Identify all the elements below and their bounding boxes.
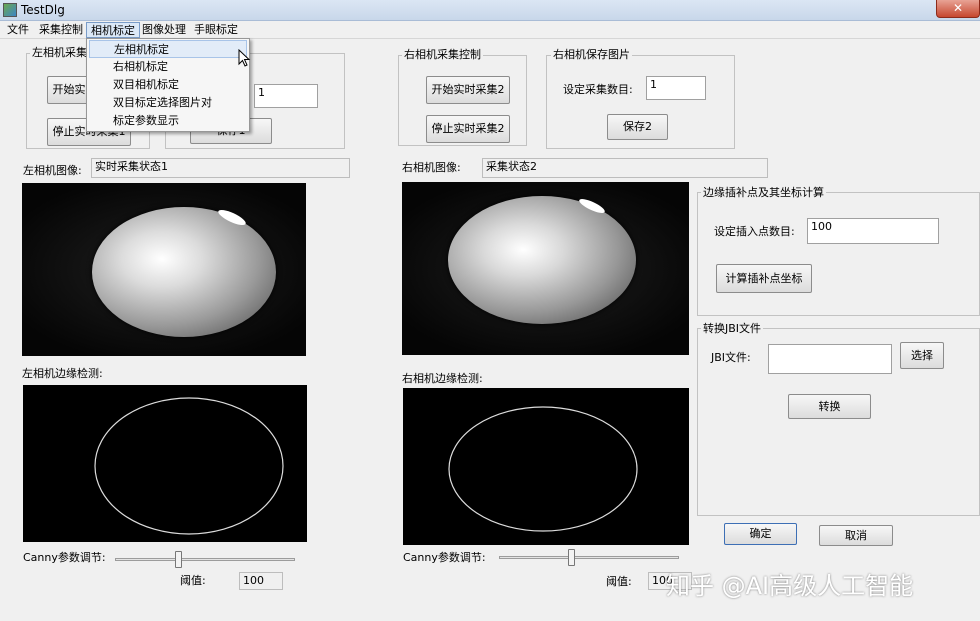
left-status: 实时采集状态1 [91, 158, 350, 178]
right-edge-image [403, 388, 689, 545]
right-capture-group-label: 右相机采集控制 [402, 48, 483, 61]
right-count-label: 设定采集数目: [563, 83, 633, 96]
left-save-count-input[interactable]: 1 [254, 84, 318, 108]
left-threshold-value: 100 [239, 572, 283, 590]
ok-button[interactable]: 确定 [724, 523, 797, 545]
camera-calibration-dropdown: 左相机标定 右相机标定 双目相机标定 双目标定选择图片对 标定参数显示 [86, 38, 251, 132]
left-canny-slider[interactable] [115, 558, 295, 561]
dropdown-stereo-calibration[interactable]: 双目相机标定 [89, 76, 247, 94]
right-canny-label: Canny参数调节: [403, 551, 486, 564]
left-edge-image [23, 385, 307, 542]
cancel-button[interactable]: 取消 [819, 525, 893, 546]
left-edge-label: 左相机边缘检测: [22, 367, 103, 380]
dropdown-left-camera-calibration[interactable]: 左相机标定 [89, 40, 247, 58]
left-plate [92, 207, 276, 337]
title-bar [0, 0, 980, 21]
left-camera-image [22, 183, 306, 356]
app-icon [3, 3, 17, 17]
menu-file[interactable]: 文件 [3, 22, 33, 38]
calc-interp-button[interactable]: 计算插补点坐标 [716, 264, 812, 293]
interp-count-input[interactable]: 100 [807, 218, 939, 244]
right-threshold-label: 阈值: [606, 575, 632, 588]
dropdown-stereo-image-pairs[interactable]: 双目标定选择图片对 [89, 94, 247, 112]
interp-group-label: 边缘插补点及其坐标计算 [701, 186, 826, 199]
left-image-label: 左相机图像: [23, 164, 82, 177]
right-count-input[interactable]: 1 [646, 76, 706, 100]
close-icon[interactable]: ✕ [936, 0, 980, 18]
watermark-text: 知乎 @AI高级人工智能 [666, 572, 914, 600]
right-camera-image [402, 182, 689, 355]
jbi-convert-button[interactable]: 转换 [788, 394, 871, 419]
right-image-label: 右相机图像: [402, 161, 461, 174]
jbi-group-label: 转换JBI文件 [701, 322, 764, 335]
jbi-select-button[interactable]: 选择 [900, 342, 944, 369]
menu-image-processing[interactable]: 图像处理 [138, 22, 190, 38]
window-title: TestDlg [21, 3, 65, 17]
right-edge-label: 右相机边缘检测: [402, 372, 483, 385]
right-plate [448, 196, 636, 324]
right-edge-ellipse [448, 406, 638, 532]
cursor-icon [238, 49, 251, 67]
menu-camera-calibration[interactable]: 相机标定 [86, 22, 140, 38]
right-status: 采集状态2 [482, 158, 768, 178]
left-threshold-label: 阈值: [180, 574, 206, 587]
interp-count-label: 设定插入点数目: [714, 225, 795, 238]
jbi-file-label: JBI文件: [711, 351, 751, 364]
right-canny-slider[interactable] [499, 556, 679, 559]
menu-capture-control[interactable]: 采集控制 [35, 22, 87, 38]
right-stop-capture-button[interactable]: 停止实时采集2 [426, 115, 510, 143]
jbi-file-input[interactable] [768, 344, 892, 374]
dropdown-right-camera-calibration[interactable]: 右相机标定 [89, 58, 247, 76]
dropdown-calibration-params[interactable]: 标定参数显示 [89, 112, 247, 130]
right-save-group-label: 右相机保存图片 [551, 48, 632, 61]
left-canny-slider-thumb[interactable] [175, 551, 182, 568]
left-canny-label: Canny参数调节: [23, 551, 106, 564]
menu-bar: 文件 采集控制 相机标定 图像处理 手眼标定 [0, 21, 980, 39]
right-canny-slider-thumb[interactable] [568, 549, 575, 566]
right-save-button[interactable]: 保存2 [607, 114, 668, 140]
menu-hand-eye-calibration[interactable]: 手眼标定 [190, 22, 242, 38]
right-start-capture-button[interactable]: 开始实时采集2 [426, 76, 510, 104]
interp-group [697, 192, 980, 316]
left-edge-ellipse [94, 397, 284, 535]
